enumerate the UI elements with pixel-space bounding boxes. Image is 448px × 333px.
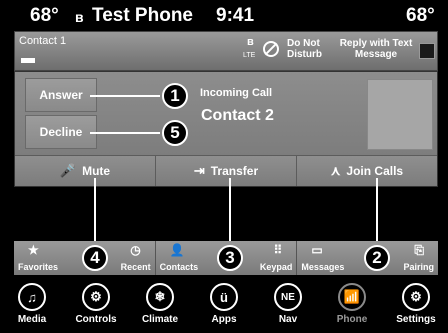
callout-5: 5 (162, 120, 188, 146)
bluetooth-icon: ʙ (75, 9, 84, 25)
dock-media[interactable]: ♫ Media (0, 279, 64, 333)
clock-icon: ◷ (130, 243, 141, 257)
tab-favorites[interactable]: Favorites (18, 262, 58, 272)
callout-line-4 (94, 178, 96, 248)
active-call-strip: Contact 1 ʙ LTE Do Not Disturb Reply wit… (14, 31, 438, 71)
tab-recent[interactable]: Recent (121, 262, 151, 272)
reply-with-text-button[interactable]: Reply with Text Message (339, 38, 413, 60)
callout-line-3 (229, 178, 231, 248)
caller-photo (367, 79, 433, 150)
call-actions: 🎤 Mute ⇥ Transfer ⋏ Join Calls (15, 155, 437, 186)
dock-settings[interactable]: ⚙ Settings (384, 279, 448, 333)
gear-icon: ⚙ (402, 283, 430, 311)
pairing-icon: ⎘ (414, 243, 425, 257)
dock-climate[interactable]: ❄ Climate (128, 279, 192, 333)
dock-climate-label: Climate (141, 314, 179, 325)
keypad-icon: ⠿ (273, 243, 283, 257)
lte-signal-icon: LTE (243, 52, 256, 59)
dock-phone-label: Phone (336, 314, 368, 325)
dock-media-label: Media (17, 314, 47, 325)
mic-mute-icon: 🎤 (59, 163, 77, 178)
music-note-icon: ♫ (18, 283, 46, 311)
apps-icon: ü (210, 283, 238, 311)
dock-apps[interactable]: ü Apps (192, 279, 256, 333)
caller-name: Contact 2 (201, 107, 274, 124)
decline-button[interactable]: Decline (25, 115, 97, 149)
controls-icon: ⚙ (82, 283, 110, 311)
dock-settings-label: Settings (396, 314, 436, 325)
transfer-icon: ⇥ (193, 163, 205, 178)
status-bar: 68° ʙ Test Phone 9:41 68° (0, 0, 448, 30)
callout-3: 3 (217, 245, 243, 271)
person-icon: 👤 (169, 243, 185, 257)
answer-button[interactable]: Answer (25, 78, 97, 112)
phone-name: Test Phone (92, 5, 193, 26)
nav-icon: NE (274, 283, 302, 311)
transfer-label: Transfer (210, 164, 259, 178)
tab-keypad[interactable]: Keypad (260, 262, 293, 272)
dock-nav-label: Nav (278, 314, 298, 325)
transfer-button[interactable]: ⇥ Transfer (155, 155, 296, 186)
join-calls-button[interactable]: ⋏ Join Calls (296, 155, 437, 186)
tab-messages[interactable]: Messages (301, 262, 344, 272)
call-indicator (21, 58, 35, 63)
callout-2: 2 (364, 245, 390, 271)
active-contact-name: Contact 1 (19, 35, 67, 47)
incoming-call-panel: Answer Decline Incoming Call Contact 2 🎤… (14, 71, 438, 187)
callout-line-2 (376, 178, 378, 248)
do-not-disturb-button[interactable]: Do Not Disturb (287, 38, 333, 60)
join-calls-label: Join Calls (346, 164, 404, 178)
reply-checkbox[interactable] (419, 43, 435, 59)
dock-nav[interactable]: NE Nav (256, 279, 320, 333)
callout-4: 4 (82, 245, 108, 271)
message-icon: ▭ (311, 243, 323, 257)
star-icon: ★ (28, 243, 39, 257)
dock-apps-label: Apps (211, 314, 237, 325)
callout-line-1 (90, 95, 160, 97)
do-not-disturb-icon[interactable] (263, 41, 279, 57)
dock-controls[interactable]: ⚙ Controls (64, 279, 128, 333)
outside-temperature: 68° (30, 5, 59, 26)
climate-icon: ❄ (146, 283, 174, 311)
tab-pairing[interactable]: Pairing (404, 262, 435, 272)
callout-line-5 (90, 132, 160, 134)
join-calls-icon: ⋏ (330, 163, 341, 178)
callout-1: 1 (162, 83, 188, 109)
bottom-dock: ♫ Media ⚙ Controls ❄ Climate ü Apps NE N… (0, 279, 448, 333)
incoming-call-label: Incoming Call (200, 87, 273, 99)
mute-label: Mute (82, 164, 111, 178)
clock: 9:41 (216, 5, 255, 26)
mute-button[interactable]: 🎤 Mute (15, 155, 155, 186)
bluetooth-icon: ʙ (247, 36, 254, 48)
dock-controls-label: Controls (75, 314, 117, 325)
tab-contacts[interactable]: Contacts (160, 262, 199, 272)
cabin-temperature: 68° (406, 5, 435, 26)
phone-signal-icon: 📶 (338, 283, 366, 311)
dock-phone[interactable]: 📶 Phone (320, 279, 384, 333)
